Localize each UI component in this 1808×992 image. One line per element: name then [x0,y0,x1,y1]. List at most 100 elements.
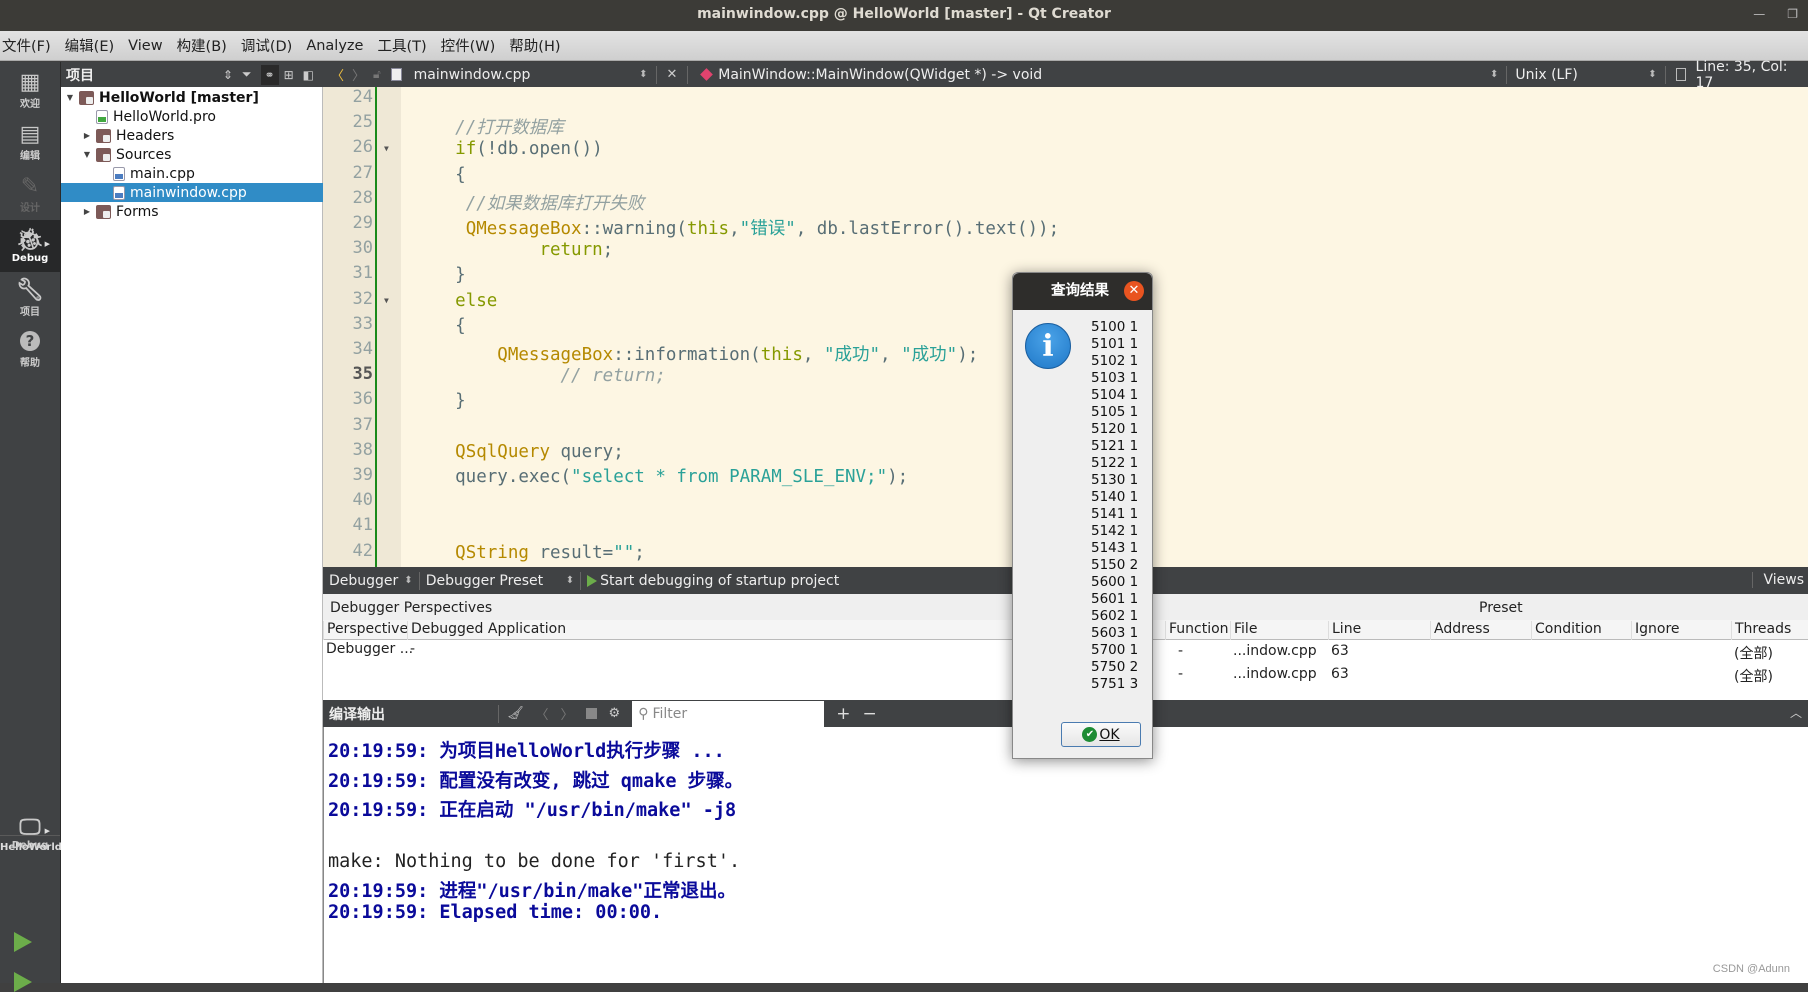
tree-item[interactable]: ▼ HelloWorld [master] [61,88,323,107]
line-number: 42 [352,540,373,561]
tree-item[interactable]: ▼ Sources [61,145,323,164]
kit-selector-button[interactable]: 🖵 Debug ▶ [0,807,60,859]
menu-item[interactable]: View [126,38,170,54]
tree-item[interactable]: HelloWorld.pro [61,107,323,126]
breakpoint-cell[interactable]: - [1175,643,1183,659]
mode-pencil[interactable]: ✎ 设计 [0,168,60,220]
spin-updown-icon[interactable]: ⬍ [1490,69,1498,80]
mode-help[interactable]: ? 帮助 [0,324,60,376]
menu-item[interactable]: 工具(T) [375,35,434,56]
column-header[interactable]: Ignore [1631,621,1680,640]
bug-icon: 🐞︎ [16,227,44,253]
collapse-right-icon[interactable]: ▶ [82,131,92,140]
next-icon[interactable]: 〉 [561,704,574,723]
settings-gear-icon[interactable]: ⚙ [609,706,621,721]
column-header[interactable]: Threads [1731,621,1791,640]
table-cell[interactable]: - [407,641,415,657]
result-row: 5141 1 [1091,506,1139,522]
spin-updown-icon[interactable]: ⇕ [223,68,233,82]
pro-file-icon [96,109,108,124]
mode-label: 帮助 [20,358,40,369]
close-pane-icon[interactable]: ◧ [303,68,314,82]
start-debugging-button[interactable]: Start debugging of startup project [600,573,839,589]
ok-button[interactable]: ✔ OK [1061,722,1141,747]
menu-item[interactable]: 编辑(E) [63,35,122,56]
information-icon: i [1025,323,1071,369]
zoom-in-button[interactable]: + [836,704,850,724]
breakpoint-cell[interactable]: ...indow.cpp [1230,643,1317,659]
views-button[interactable]: Views [1752,572,1804,588]
maximize-pane-icon[interactable]: ︿ [1790,704,1802,721]
mode-edit-doc[interactable]: ▤ 编辑 [0,116,60,168]
filter-icon[interactable]: ⏷ [242,67,252,82]
breakpoint-cell[interactable]: 63 [1328,643,1349,659]
line-number: 38 [352,439,373,460]
tree-item[interactable]: mainwindow.cpp [61,183,323,202]
breakpoint-cell[interactable]: - [1175,666,1183,682]
run-button[interactable] [14,932,32,952]
lock-icon[interactable]: 🔓︎ [373,67,381,82]
open-file-combo[interactable]: mainwindow.cpp [414,67,635,83]
menu-item[interactable]: 构建(B) [175,35,235,56]
menu-item[interactable]: 调试(D) [239,35,300,56]
clear-output-icon[interactable]: 🧹︎ [507,706,524,721]
spin-updown-icon[interactable]: ⬍ [404,575,412,586]
mode-grid[interactable]: ▦ 欢迎 [0,64,60,116]
cpp-file-icon [113,166,125,181]
column-header[interactable]: Condition [1531,621,1602,640]
column-header[interactable]: Perspective [323,621,408,640]
column-header[interactable]: File [1230,621,1257,640]
breakpoint-cell[interactable]: 63 [1328,666,1349,682]
project-panel-title[interactable]: 项目 [66,65,223,85]
menu-item[interactable]: 文件(F) [0,35,59,56]
expand-down-icon[interactable]: ▼ [82,150,92,159]
menu-item[interactable]: Analyze [304,38,371,54]
breakpoint-cell[interactable]: (全部) [1731,666,1773,686]
tree-item[interactable]: ▶ Headers [61,126,323,145]
output-filter-input[interactable]: ⚲ Filter [632,700,825,727]
close-document-icon[interactable]: ✕ [667,67,678,82]
menu-item[interactable]: 帮助(H) [507,35,568,56]
fold-marker-icon[interactable]: ▼ [384,144,389,153]
spin-updown-icon[interactable]: ⬍ [1648,69,1656,80]
cursor-position[interactable]: Line: 35, Col: 17 [1696,59,1808,91]
fold-marker-icon[interactable]: ▼ [384,296,389,305]
expand-down-icon[interactable]: ▼ [65,93,75,102]
mode-bug[interactable]: 🐞︎ Debug ▶ [0,220,60,272]
debugger-preset-combo[interactable]: Debugger Preset [420,573,560,589]
mode-wrench[interactable]: 🔧︎ 项目 [0,272,60,324]
forward-icon[interactable]: 〉 [352,65,365,84]
debug-run-button[interactable] [14,972,32,992]
cpp-file-icon [390,68,402,81]
column-header[interactable]: Line [1328,621,1361,640]
function-combo[interactable]: MainWindow::MainWindow(QWidget *) -> voi… [718,67,1486,83]
line-ending-combo[interactable]: Unix (LF) [1511,67,1644,83]
debugger-combo[interactable]: Debugger [323,573,398,589]
column-header[interactable]: Debugged Application [407,621,566,640]
link-icon[interactable]: ⚭ [260,64,279,85]
breakpoint-cell[interactable]: (全部) [1731,643,1773,663]
tree-item[interactable]: ▶ Forms [61,202,323,221]
previous-icon[interactable]: 〈 [536,704,549,723]
line-number: 41 [352,515,373,536]
spin-updown-icon[interactable]: ⬍ [566,575,574,586]
restore-icon[interactable]: ❐ [1787,0,1798,28]
dialog-close-button[interactable]: ✕ [1124,281,1144,301]
back-icon[interactable]: 〈 [331,65,344,84]
compile-output[interactable]: CSDN @Adunn 20:19:59: 为项目HelloWorld执行步骤 … [323,727,1808,983]
menu-item[interactable]: 控件(W) [439,35,504,56]
breakpoint-cell[interactable]: ...indow.cpp [1230,666,1317,682]
column-header[interactable]: Function [1165,621,1229,640]
zoom-out-button[interactable]: − [862,704,876,724]
split-add-icon[interactable]: ⊞ [284,68,294,82]
tree-item[interactable]: main.cpp [61,164,323,183]
cpp-file-icon [113,185,125,200]
minimize-icon[interactable]: — [1753,0,1765,28]
result-row: 5122 1 [1091,455,1139,471]
collapse-right-icon[interactable]: ▶ [82,207,92,216]
column-header[interactable]: Address [1430,621,1490,640]
spin-updown-icon[interactable]: ⬍ [639,69,647,80]
table-cell[interactable]: Debugger ... [323,641,413,657]
stop-icon[interactable] [585,708,597,719]
separator [1506,65,1508,84]
